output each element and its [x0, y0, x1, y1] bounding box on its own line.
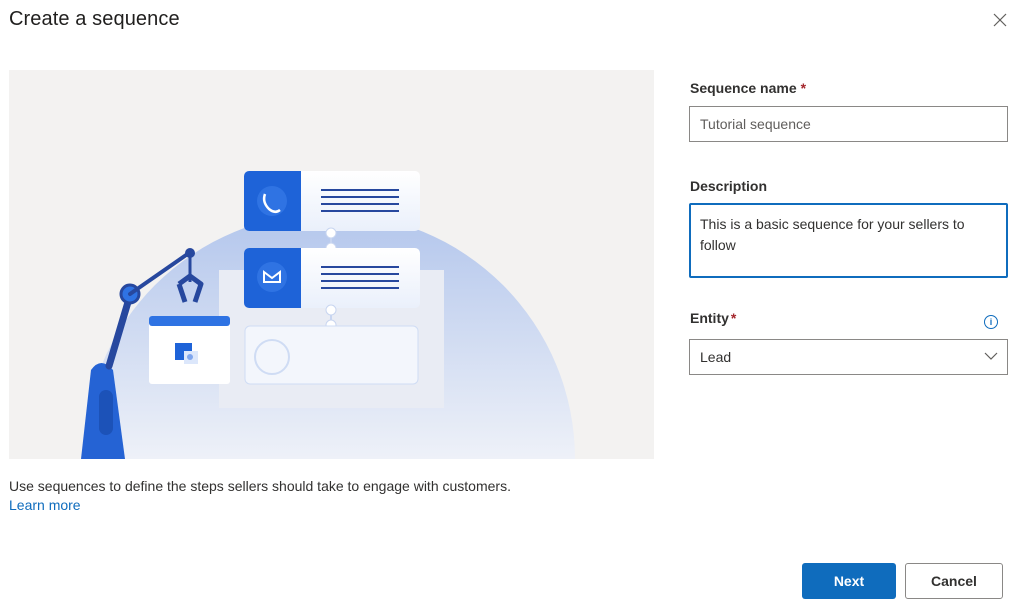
description-input[interactable]: This is a basic sequence for your seller…	[689, 203, 1008, 278]
description-label: Description	[690, 178, 768, 194]
cancel-button[interactable]: Cancel	[905, 563, 1003, 599]
sequence-name-label: Sequence name *	[690, 80, 806, 96]
illustration-graphic	[81, 171, 575, 459]
entity-selected-value: Lead	[700, 349, 732, 365]
entity-label: Entity *	[690, 310, 736, 326]
next-button[interactable]: Next	[802, 563, 896, 599]
required-mark: *	[800, 80, 807, 96]
chevron-down-icon	[984, 352, 998, 360]
info-icon[interactable]: i	[984, 315, 998, 329]
sequence-name-label-text: Sequence name	[690, 80, 797, 96]
entity-label-text: Entity	[690, 310, 729, 326]
sequence-name-input[interactable]	[689, 106, 1008, 142]
entity-dropdown[interactable]: Lead	[689, 339, 1008, 375]
intro-text: Use sequences to define the steps seller…	[9, 478, 511, 494]
learn-more-link[interactable]: Learn more	[9, 496, 81, 514]
close-icon[interactable]	[990, 10, 1010, 30]
required-mark: *	[730, 310, 737, 326]
dialog-title: Create a sequence	[9, 8, 180, 30]
sequence-illustration	[9, 70, 654, 459]
